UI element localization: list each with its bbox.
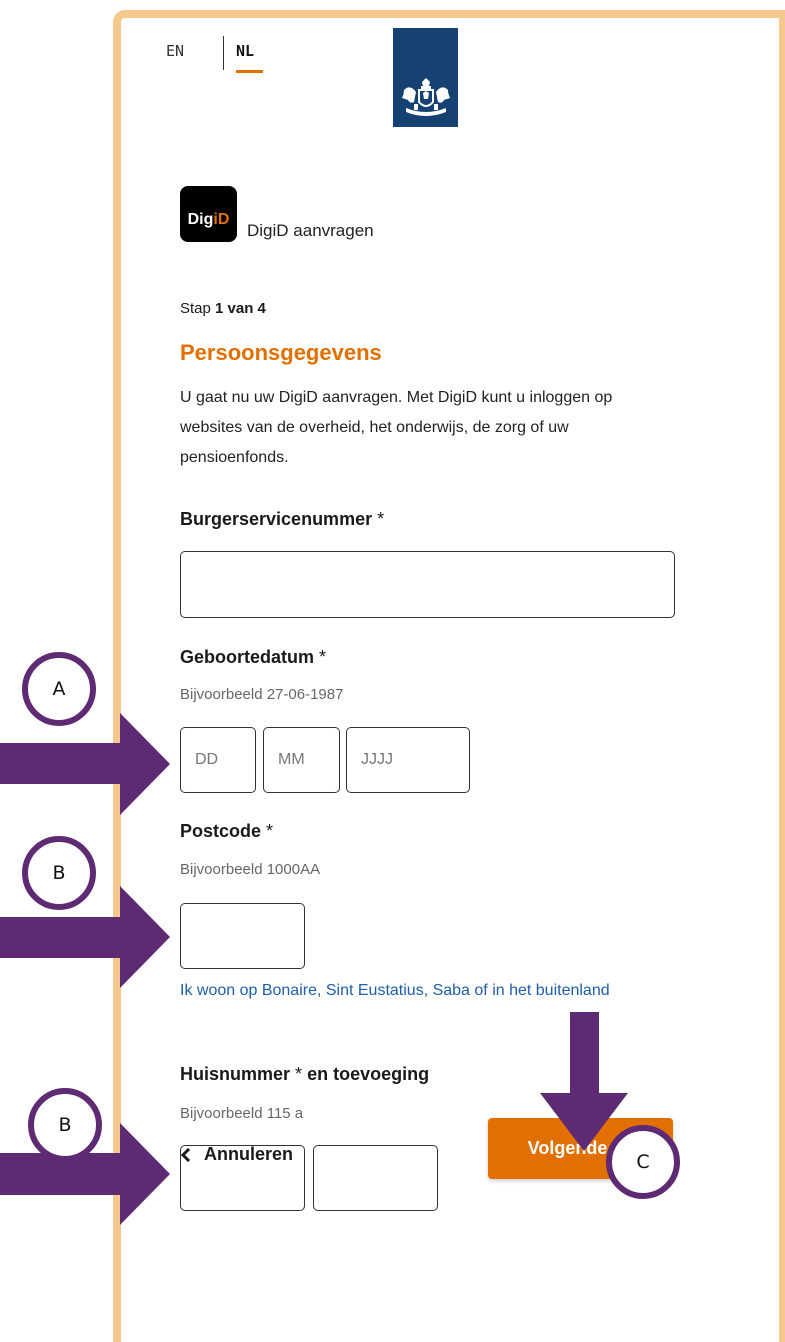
arrow-a-icon: [0, 713, 170, 815]
annotation-marker-a: A: [22, 652, 96, 726]
arrow-c-icon: [540, 1012, 628, 1151]
arrow-b1-icon: [0, 886, 170, 988]
annotation-marker-c: C: [606, 1125, 680, 1199]
annotation-marker-b1: B: [22, 836, 96, 910]
annotation-marker-b2: B: [28, 1088, 102, 1162]
